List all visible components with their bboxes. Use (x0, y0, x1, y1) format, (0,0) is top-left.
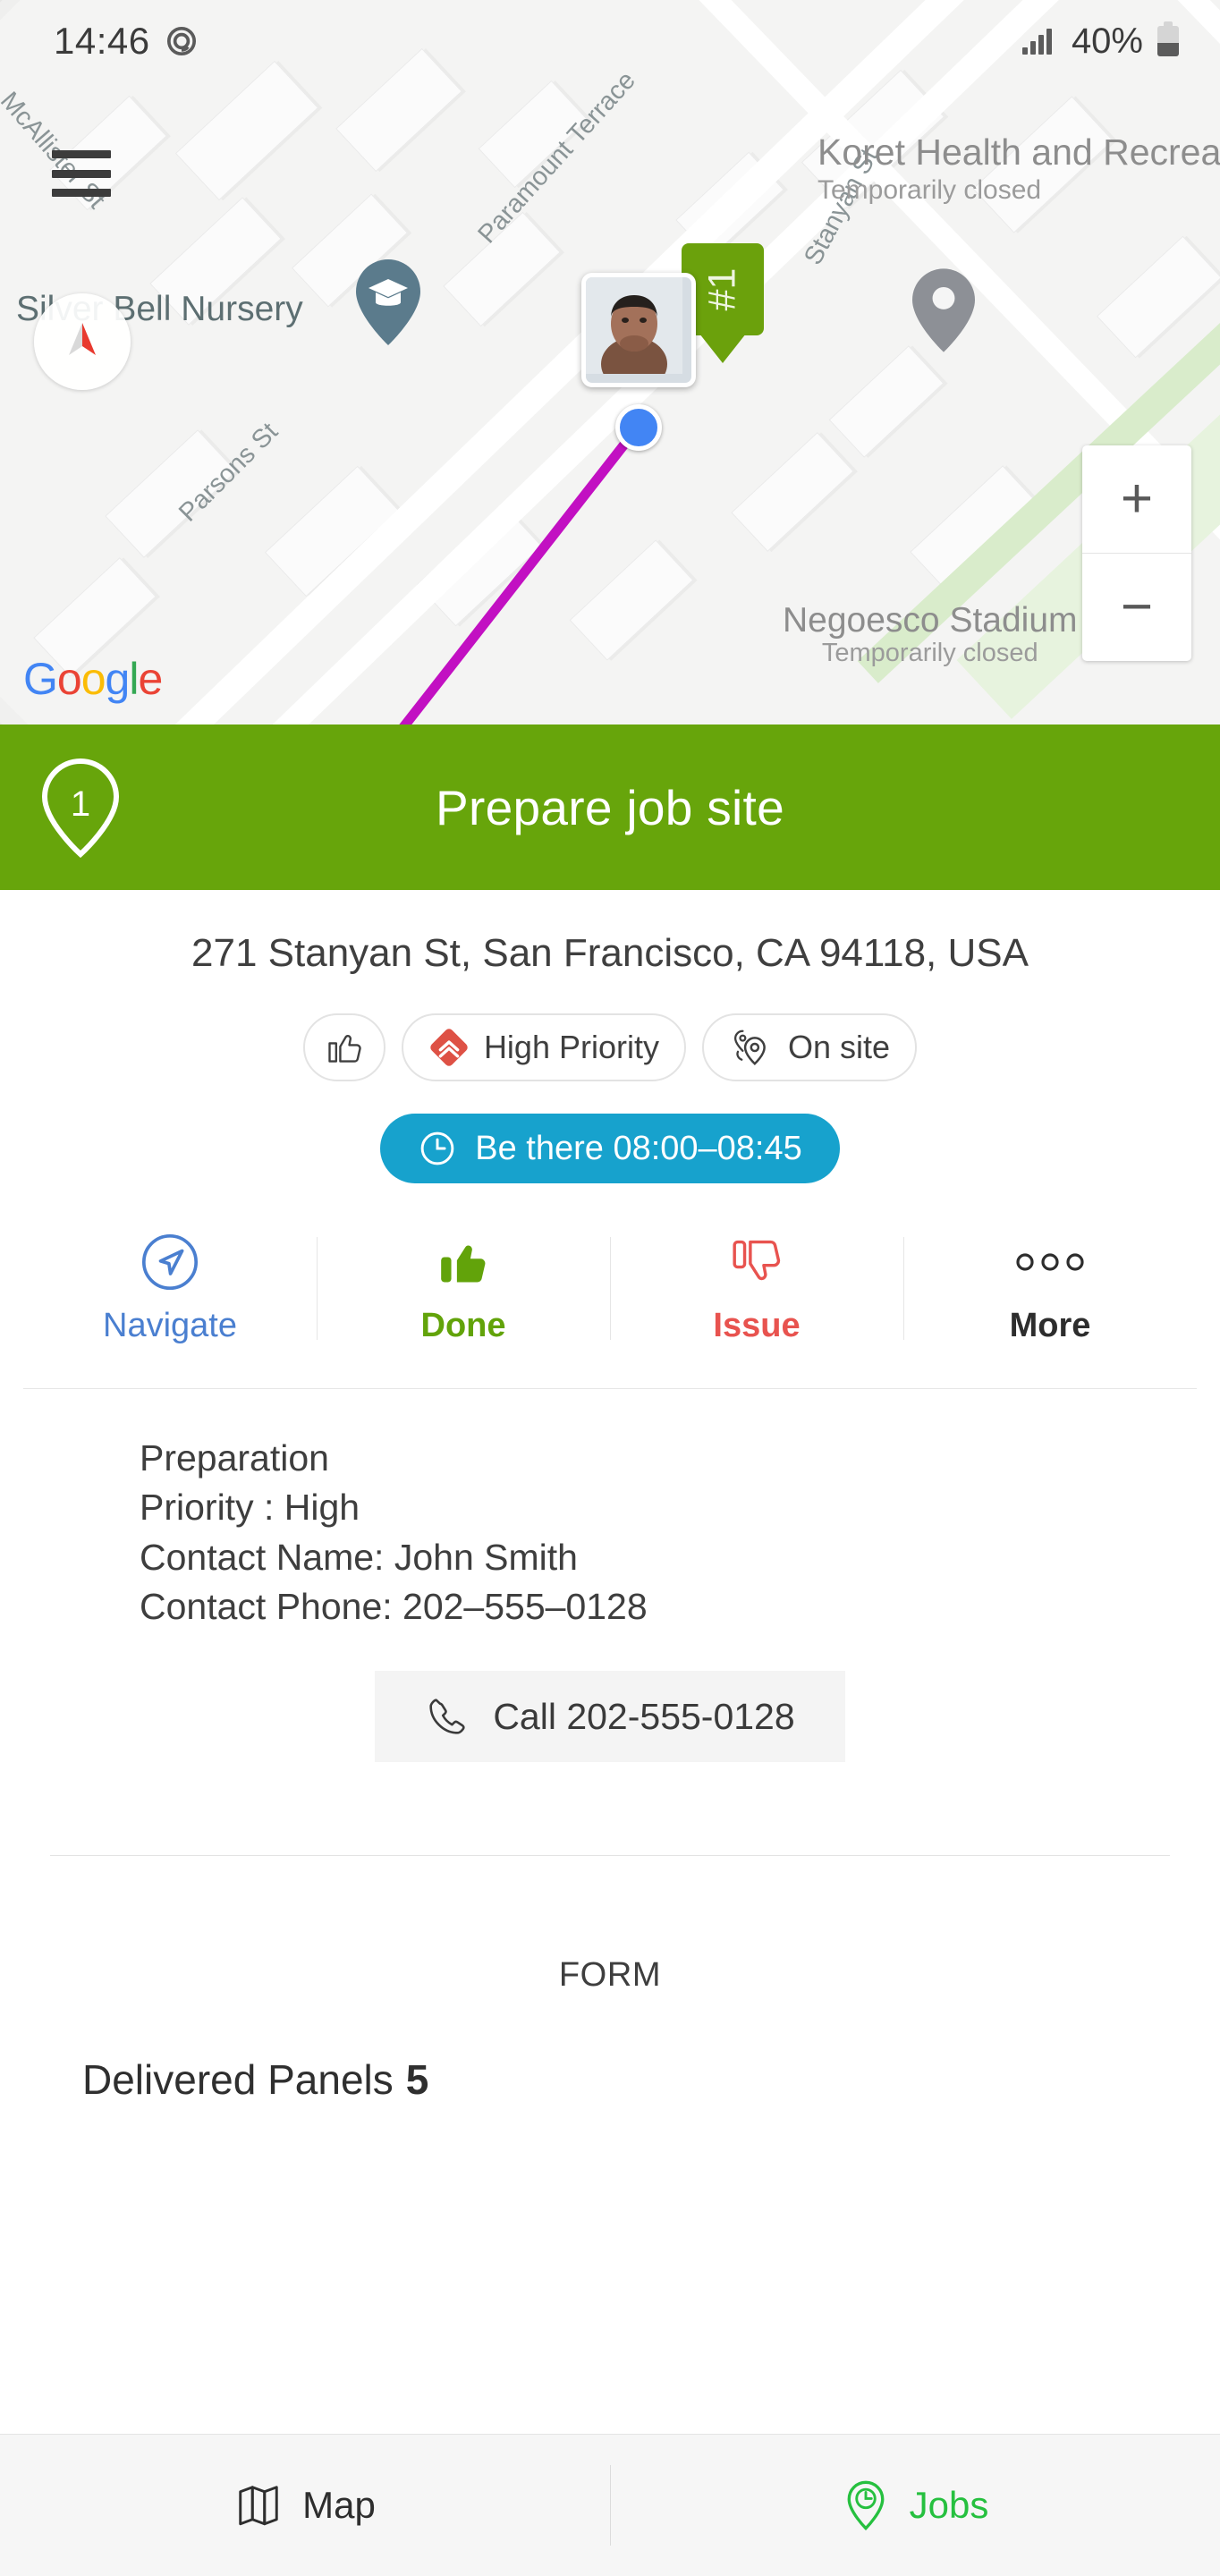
form-field-value: 5 (405, 2056, 429, 2103)
zoom-in-button[interactable]: + (1082, 445, 1191, 553)
status-time: 14:46 (54, 20, 150, 62)
google-attribution: Google (23, 654, 163, 704)
stop-pin-number: 1 (70, 784, 91, 824)
job-detail-line: Contact Phone: 202–555–0128 (140, 1585, 648, 1627)
battery-percent: 40% (1071, 21, 1143, 61)
chip-high-priority[interactable]: High Priority (401, 1013, 686, 1081)
nav-item-jobs[interactable]: Jobs (610, 2435, 1220, 2576)
phone-icon (429, 1699, 465, 1734)
done-button[interactable]: Done (317, 1221, 610, 1356)
thumbs-up-filled-icon (434, 1230, 493, 1294)
graduation-cap-pin-icon[interactable] (356, 259, 420, 350)
nav-item-map[interactable]: Map (0, 2435, 610, 2576)
poi-status-negoesco: Temporarily closed (821, 639, 1038, 667)
poi-status-koret: Temporarily closed (818, 174, 1042, 205)
job-details: Preparation Priority : High Contact Name… (0, 1389, 1220, 1630)
poi-label-negoesco: Negoesco Stadium Temporarily closed (783, 601, 1078, 668)
on-site-pins-icon (733, 1030, 766, 1065)
form-section-label: FORM (558, 1956, 662, 1994)
issue-button-label: Issue (713, 1307, 801, 1344)
chip-on-site[interactable]: On site (702, 1013, 918, 1081)
navigate-arrow-icon (140, 1230, 200, 1294)
job-detail-panel: 271 Stanyan St, San Francisco, CA 94118,… (0, 890, 1220, 2434)
job-detail-line: Preparation (140, 1437, 329, 1479)
form-field-delivered-panels[interactable]: Delivered Panels 5 (0, 2055, 1220, 2104)
folded-map-icon (239, 2486, 278, 2526)
map-pin-icon[interactable] (912, 268, 975, 357)
issue-button[interactable]: Issue (610, 1221, 903, 1356)
stop-marker-label: #1 (700, 267, 744, 311)
navigate-button[interactable]: Navigate (23, 1221, 317, 1356)
stop-marker-tail (699, 334, 746, 363)
chip-high-priority-label: High Priority (483, 1029, 659, 1065)
zoom-out-button[interactable]: − (1082, 554, 1191, 661)
signal-bars-icon (1021, 28, 1052, 55)
poi-name-negoesco: Negoesco Stadium (783, 601, 1078, 640)
job-actions: Navigate Done Issue More (0, 1221, 1220, 1356)
job-detail-line: Contact Name: John Smith (140, 1536, 578, 1578)
more-button-label: More (1009, 1307, 1091, 1344)
blue-location-dot (615, 404, 662, 451)
avatar-photo (586, 277, 691, 383)
navigate-button-label: Navigate (103, 1307, 237, 1344)
call-button[interactable]: Call 202-555-0128 (375, 1671, 845, 1762)
nav-item-map-label: Map (302, 2484, 376, 2526)
done-button-label: Done (420, 1307, 506, 1344)
time-window-badge[interactable]: Be there 08:00–08:45 (380, 1114, 840, 1183)
status-bar-right: 40% (1021, 21, 1179, 62)
zoom-controls[interactable]: + − (1082, 445, 1191, 661)
status-bar: 14:46 40% (0, 0, 1220, 82)
job-header[interactable]: 1 Prepare job site (0, 724, 1220, 890)
spiral-icon (166, 26, 196, 56)
chip-thumbs-up[interactable] (302, 1013, 385, 1081)
clock-icon (420, 1131, 454, 1165)
nav-item-jobs-label: Jobs (909, 2484, 989, 2526)
thumbs-up-outline-icon (328, 1034, 361, 1063)
chip-on-site-label: On site (788, 1029, 891, 1065)
avatar[interactable] (581, 273, 696, 387)
battery-icon (1157, 21, 1179, 56)
bottom-navigation: Map Jobs (0, 2434, 1220, 2576)
call-button-label: Call 202-555-0128 (493, 1695, 795, 1737)
form-field-label: Delivered Panels (82, 2056, 394, 2103)
status-bar-left: 14:46 (54, 20, 197, 63)
poi-label-koret: Koret Health and Recreation Center Tempo… (818, 131, 1220, 206)
hamburger-menu-icon[interactable] (52, 150, 111, 197)
page-title: Prepare job site (435, 779, 784, 835)
more-button[interactable]: More (903, 1221, 1197, 1356)
pin-clock-icon (847, 2480, 885, 2531)
form-divider (50, 1855, 1170, 1856)
three-dots-icon (1014, 1230, 1086, 1294)
app-root: 14:46 40% McAllister St Paramount Terrac… (0, 0, 1220, 2576)
job-address: 271 Stanyan St, San Francisco, CA 94118,… (191, 931, 1029, 975)
time-window-label: Be there 08:00–08:45 (475, 1129, 802, 1167)
job-detail-line: Priority : High (140, 1487, 360, 1529)
compass-icon[interactable] (34, 293, 131, 390)
map-view[interactable]: 14:46 40% McAllister St Paramount Terrac… (0, 0, 1220, 724)
thumbs-down-outline-icon (727, 1230, 786, 1294)
stop-pin-icon: 1 (41, 758, 120, 858)
job-chips: High Priority On site (0, 1013, 1220, 1081)
poi-name-koret: Koret Health and Recreation Center (818, 131, 1220, 173)
priority-high-diamond-icon (430, 1029, 468, 1066)
